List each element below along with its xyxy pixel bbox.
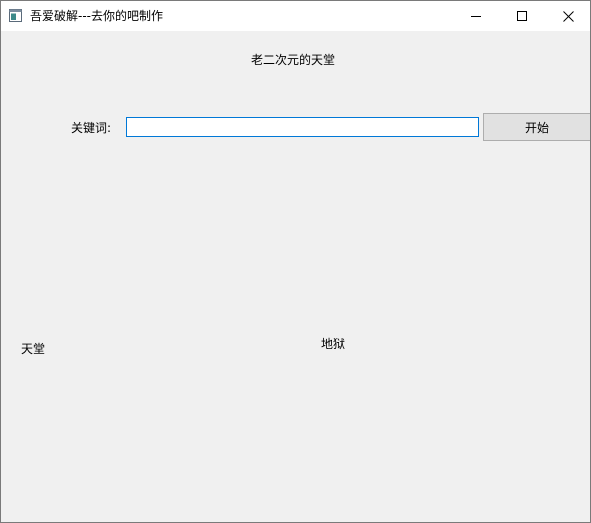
close-icon bbox=[562, 10, 574, 22]
keyword-label: 关键词: bbox=[71, 121, 112, 135]
window-title: 吾爱破解---去你的吧制作 bbox=[30, 9, 163, 23]
minimize-icon bbox=[470, 15, 481, 17]
maximize-icon bbox=[516, 10, 527, 21]
heaven-label: 天堂 bbox=[21, 342, 46, 356]
start-button[interactable]: 开始 bbox=[483, 113, 590, 141]
hell-label: 地狱 bbox=[321, 337, 346, 351]
header-text: 老二次元的天堂 bbox=[251, 53, 336, 67]
title-bar[interactable]: 吾爱破解---去你的吧制作 bbox=[1, 1, 590, 31]
app-window-icon bbox=[9, 9, 22, 22]
keyword-input[interactable] bbox=[126, 117, 479, 137]
minimize-button[interactable] bbox=[453, 1, 499, 31]
app-window: 吾爱破解---去你的吧制作 老二次元的天堂 关键词: 开始 天堂 地狱 bbox=[0, 0, 591, 523]
close-button[interactable] bbox=[545, 1, 590, 31]
maximize-button[interactable] bbox=[499, 1, 545, 31]
